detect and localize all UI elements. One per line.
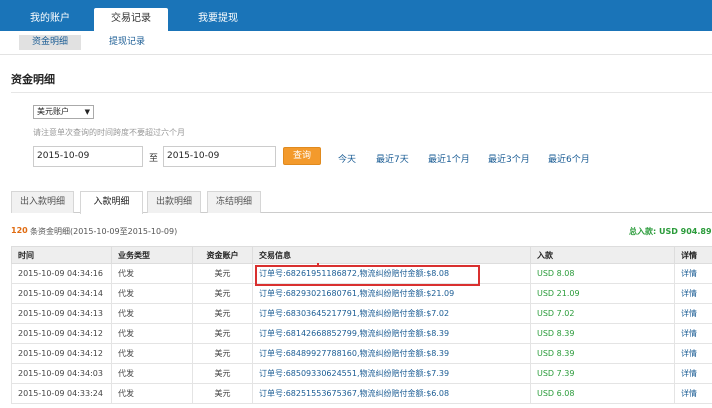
cell-type: 代发 <box>111 303 193 324</box>
details-link[interactable]: 详情 <box>674 323 712 344</box>
cell-transaction-info[interactable]: 订单号:68142668852799,物流纠纷赔付金额:$8.39 <box>252 323 531 344</box>
record-summary: 条资金明细(2015-10-09至2015-10-09) <box>30 227 178 236</box>
tab-income-details[interactable]: 入款明细 <box>80 191 143 214</box>
subnav-withdraw-records[interactable]: 提现记录 <box>96 35 158 50</box>
cell-time: 2015-10-09 04:34:13 <box>11 303 112 324</box>
cell-amount: USD 7.02 <box>530 303 675 324</box>
quick-link-6-months[interactable]: 最近6个月 <box>548 152 590 165</box>
cell-type: 代发 <box>111 343 193 364</box>
end-date-input[interactable]: 2015-10-09 <box>163 146 276 167</box>
header-income: 入款 <box>530 246 675 264</box>
page-title: 资金明细 <box>11 73 55 86</box>
cell-account: 美元 <box>192 283 253 304</box>
record-count: 120 <box>11 226 28 235</box>
cell-account: 美元 <box>192 263 253 284</box>
cell-time: 2015-10-09 04:34:12 <box>11 343 112 364</box>
details-link[interactable]: 详情 <box>674 363 712 384</box>
cell-amount: USD 8.08 <box>530 263 675 284</box>
header-account: 资金账户 <box>192 246 253 264</box>
account-select[interactable]: 美元账户 ▼ <box>33 105 94 119</box>
cell-type: 代发 <box>111 283 193 304</box>
details-link[interactable]: 详情 <box>674 383 712 404</box>
header-details: 详情 <box>674 246 712 264</box>
tab-transactions[interactable]: 交易记录 <box>94 8 168 31</box>
details-link[interactable]: 详情 <box>674 303 712 324</box>
cell-time: 2015-10-09 04:34:16 <box>11 263 112 284</box>
cell-type: 代发 <box>111 323 193 344</box>
cell-amount: USD 8.39 <box>530 343 675 364</box>
quick-link-today[interactable]: 今天 <box>338 152 356 165</box>
cell-account: 美元 <box>192 303 253 324</box>
cell-type: 代发 <box>111 363 193 384</box>
cell-transaction-info[interactable]: 订单号:68489927788160,物流纠纷赔付金额:$8.39 <box>252 343 531 364</box>
subnav-fund-details[interactable]: 资金明细 <box>19 35 81 50</box>
table-row: 2015-10-09 04:34:12 代发 美元 订单号:6814266885… <box>11 323 712 344</box>
detail-tabs: 出入款明细 入款明细 出款明细 冻结明细 <box>11 191 712 214</box>
cell-type: 代发 <box>111 383 193 404</box>
total-income: 总入款: USD 904.89 <box>629 227 712 236</box>
top-nav: 我的账户 交易记录 我要提现 <box>0 0 712 31</box>
dropdown-arrow-icon: ▼ <box>84 108 90 116</box>
tab-withdraw[interactable]: 我要提现 <box>180 8 256 31</box>
header-transaction-info: 交易信息 <box>252 246 531 264</box>
cell-account: 美元 <box>192 323 253 344</box>
quick-link-7-days[interactable]: 最近7天 <box>376 152 409 165</box>
tab-frozen-details[interactable]: 冻结明细 <box>207 191 261 213</box>
cell-amount: USD 7.39 <box>530 363 675 384</box>
cell-transaction-info[interactable]: 订单号:68251553675367,物流纠纷赔付金额:$6.08 <box>252 383 531 404</box>
quick-link-1-month[interactable]: 最近1个月 <box>428 152 470 165</box>
query-button[interactable]: 查询 <box>283 147 321 165</box>
table-row: 2015-10-09 04:33:24 代发 美元 订单号:6825155367… <box>11 383 712 404</box>
cell-transaction-info[interactable]: 订单号:68509330624551,物流纠纷赔付金额:$7.39 <box>252 363 531 384</box>
table-header-row: 时间 业务类型 资金账户 交易信息 入款 详情 <box>11 246 712 264</box>
to-label: 至 <box>149 154 159 164</box>
cell-transaction-info[interactable]: 订单号:68293021680761,物流纠纷赔付金额:$21.09 <box>252 283 531 304</box>
account-select-value: 美元账户 <box>37 107 69 116</box>
cell-transaction-info[interactable]: 订单号:68303645217791,物流纠纷赔付金额:$7.02 <box>252 303 531 324</box>
cell-amount: USD 21.09 <box>530 283 675 304</box>
highlight-annotation-box <box>255 265 480 286</box>
table-row: 2015-10-09 04:34:13 代发 美元 订单号:6830364521… <box>11 303 712 324</box>
tab-in-out-details[interactable]: 出入款明细 <box>11 191 74 213</box>
sub-nav: 资金明细 提现记录 <box>0 31 712 55</box>
tab-expense-details[interactable]: 出款明细 <box>147 191 201 213</box>
cell-type: 代发 <box>111 263 193 284</box>
title-divider <box>11 92 712 93</box>
cell-account: 美元 <box>192 343 253 364</box>
date-range-hint: 请注意单次查询的时间跨度不要超过六个月 <box>33 128 185 137</box>
details-link[interactable]: 详情 <box>674 343 712 364</box>
table-row: 2015-10-09 04:34:03 代发 美元 订单号:6850933062… <box>11 363 712 384</box>
cell-time: 2015-10-09 04:34:12 <box>11 323 112 344</box>
tab-my-account[interactable]: 我的账户 <box>18 8 82 31</box>
cell-account: 美元 <box>192 363 253 384</box>
details-link[interactable]: 详情 <box>674 283 712 304</box>
annotation-dot <box>317 263 319 265</box>
cell-account: 美元 <box>192 383 253 404</box>
cell-time: 2015-10-09 04:34:14 <box>11 283 112 304</box>
cell-amount: USD 8.39 <box>530 323 675 344</box>
table-row: 2015-10-09 04:34:12 代发 美元 订单号:6848992778… <box>11 343 712 364</box>
cell-time: 2015-10-09 04:34:03 <box>11 363 112 384</box>
cell-amount: USD 6.08 <box>530 383 675 404</box>
start-date-input[interactable]: 2015-10-09 <box>33 146 143 167</box>
quick-link-3-months[interactable]: 最近3个月 <box>488 152 530 165</box>
header-time: 时间 <box>11 246 112 264</box>
cell-time: 2015-10-09 04:33:24 <box>11 383 112 404</box>
header-business-type: 业务类型 <box>111 246 193 264</box>
details-link[interactable]: 详情 <box>674 263 712 284</box>
table-row: 2015-10-09 04:34:14 代发 美元 订单号:6829302168… <box>11 283 712 304</box>
